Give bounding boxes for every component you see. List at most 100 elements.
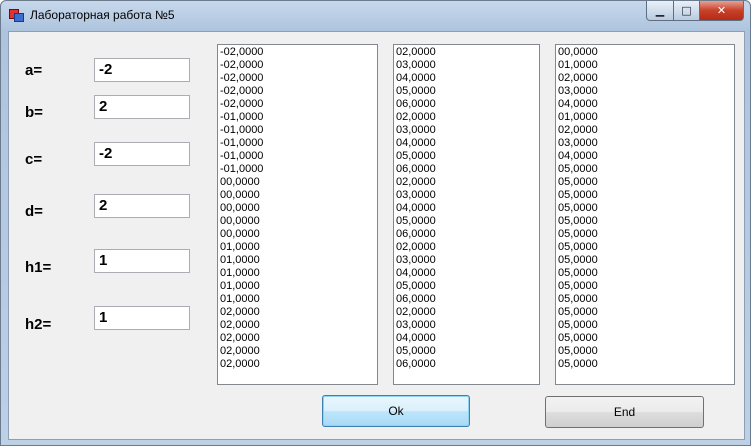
list-item[interactable]: 01,0000 [220, 267, 377, 280]
list-item[interactable]: 04,0000 [396, 332, 539, 345]
list-item[interactable]: 05,0000 [558, 189, 734, 202]
list-item[interactable]: 05,0000 [558, 163, 734, 176]
list-item[interactable]: -02,0000 [220, 72, 377, 85]
input-c[interactable]: -2 [94, 142, 190, 166]
list-item[interactable]: 02,0000 [396, 306, 539, 319]
list-item[interactable]: 03,0000 [558, 137, 734, 150]
list-item[interactable]: -01,0000 [220, 163, 377, 176]
window-title: Лабораторная работа №5 [30, 8, 175, 22]
list-item[interactable]: -01,0000 [220, 150, 377, 163]
list-item[interactable]: 05,0000 [558, 202, 734, 215]
list-item[interactable]: 05,0000 [396, 215, 539, 228]
list-item[interactable]: 05,0000 [558, 306, 734, 319]
list-item[interactable]: 03,0000 [396, 254, 539, 267]
list-item[interactable]: 01,0000 [220, 293, 377, 306]
list-item[interactable]: 06,0000 [396, 358, 539, 371]
listbox-1-items: -02,0000 -02,0000 -02,0000 -02,0000 -02,0000… [218, 45, 377, 371]
list-item[interactable]: 05,0000 [396, 150, 539, 163]
list-item[interactable]: 06,0000 [396, 98, 539, 111]
list-item[interactable]: 06,0000 [396, 163, 539, 176]
list-item[interactable]: 05,0000 [396, 280, 539, 293]
list-item[interactable]: 05,0000 [558, 254, 734, 267]
label-h2: h2= [25, 316, 52, 333]
input-h2[interactable]: 1 [94, 306, 190, 330]
end-button[interactable]: End [545, 396, 704, 428]
list-item[interactable]: 05,0000 [558, 332, 734, 345]
list-item[interactable]: 03,0000 [558, 85, 734, 98]
list-item[interactable]: 05,0000 [396, 345, 539, 358]
list-item[interactable]: 01,0000 [558, 111, 734, 124]
list-item[interactable]: 05,0000 [558, 293, 734, 306]
label-c: c= [25, 151, 43, 168]
list-item[interactable]: 00,0000 [220, 189, 377, 202]
listbox-2-items: 02,0000 03,0000 04,0000 05,0000 06,0000 02,00… [394, 45, 539, 371]
list-item[interactable]: -02,0000 [220, 59, 377, 72]
listbox-3-items: 00,0000 01,0000 02,0000 03,0000 04,0000 01,00… [556, 45, 734, 371]
list-item[interactable]: 02,0000 [396, 176, 539, 189]
list-item[interactable]: -02,0000 [220, 46, 377, 59]
list-item[interactable]: 01,0000 [220, 280, 377, 293]
list-item[interactable]: 03,0000 [396, 319, 539, 332]
list-item[interactable]: 05,0000 [558, 241, 734, 254]
app-window: Лабораторная работа №5 ▁ □ ✕ a= -2 b= 2 … [0, 0, 751, 446]
maximize-icon: □ [681, 4, 692, 17]
list-item[interactable]: 00,0000 [220, 176, 377, 189]
list-item[interactable]: 01,0000 [220, 241, 377, 254]
label-h1: h1= [25, 259, 52, 276]
list-item[interactable]: 04,0000 [558, 150, 734, 163]
list-item[interactable]: 02,0000 [220, 319, 377, 332]
list-item[interactable]: 01,0000 [558, 59, 734, 72]
input-a[interactable]: -2 [94, 58, 190, 82]
list-item[interactable]: 05,0000 [396, 85, 539, 98]
list-item[interactable]: 03,0000 [396, 59, 539, 72]
list-item[interactable]: 04,0000 [396, 72, 539, 85]
list-item[interactable]: 05,0000 [558, 280, 734, 293]
list-item[interactable]: 05,0000 [558, 345, 734, 358]
input-b[interactable]: 2 [94, 95, 190, 119]
list-item[interactable]: 05,0000 [558, 215, 734, 228]
list-item[interactable]: 00,0000 [220, 215, 377, 228]
maximize-button[interactable]: □ [674, 1, 700, 21]
list-item[interactable]: 02,0000 [220, 332, 377, 345]
list-item[interactable]: 04,0000 [396, 137, 539, 150]
list-item[interactable]: 03,0000 [396, 189, 539, 202]
title-bar[interactable]: Лабораторная работа №5 ▁ □ ✕ [1, 1, 750, 31]
list-item[interactable]: 02,0000 [220, 306, 377, 319]
list-item[interactable]: 06,0000 [396, 293, 539, 306]
list-item[interactable]: 05,0000 [558, 228, 734, 241]
list-item[interactable]: 05,0000 [558, 267, 734, 280]
minimize-button[interactable]: ▁ [646, 1, 674, 21]
list-item[interactable]: 02,0000 [396, 111, 539, 124]
list-item[interactable]: 04,0000 [396, 267, 539, 280]
list-item[interactable]: -02,0000 [220, 85, 377, 98]
list-item[interactable]: 01,0000 [220, 254, 377, 267]
list-item[interactable]: 00,0000 [558, 46, 734, 59]
input-h1[interactable]: 1 [94, 249, 190, 273]
list-item[interactable]: 02,0000 [396, 46, 539, 59]
ok-button[interactable]: Ok [322, 395, 470, 427]
input-d[interactable]: 2 [94, 194, 190, 218]
list-item[interactable]: 02,0000 [558, 72, 734, 85]
list-item[interactable]: 04,0000 [396, 202, 539, 215]
list-item[interactable]: 05,0000 [558, 358, 734, 371]
label-b: b= [25, 104, 43, 121]
list-item[interactable]: 02,0000 [220, 345, 377, 358]
list-item[interactable]: 02,0000 [396, 241, 539, 254]
list-item[interactable]: 02,0000 [558, 124, 734, 137]
list-item[interactable]: 04,0000 [558, 98, 734, 111]
list-item[interactable]: 05,0000 [558, 176, 734, 189]
list-item[interactable]: 02,0000 [220, 358, 377, 371]
list-item[interactable]: -01,0000 [220, 137, 377, 150]
listbox-3[interactable]: 00,0000 01,0000 02,0000 03,0000 04,0000 01,00… [555, 44, 735, 385]
close-button[interactable]: ✕ [700, 1, 744, 21]
list-item[interactable]: 06,0000 [396, 228, 539, 241]
list-item[interactable]: -01,0000 [220, 124, 377, 137]
list-item[interactable]: 00,0000 [220, 228, 377, 241]
list-item[interactable]: -02,0000 [220, 98, 377, 111]
list-item[interactable]: 03,0000 [396, 124, 539, 137]
listbox-2[interactable]: 02,0000 03,0000 04,0000 05,0000 06,0000 02,00… [393, 44, 540, 385]
list-item[interactable]: 00,0000 [220, 202, 377, 215]
list-item[interactable]: -01,0000 [220, 111, 377, 124]
listbox-1[interactable]: -02,0000 -02,0000 -02,0000 -02,0000 -02,0000… [217, 44, 378, 385]
list-item[interactable]: 05,0000 [558, 319, 734, 332]
